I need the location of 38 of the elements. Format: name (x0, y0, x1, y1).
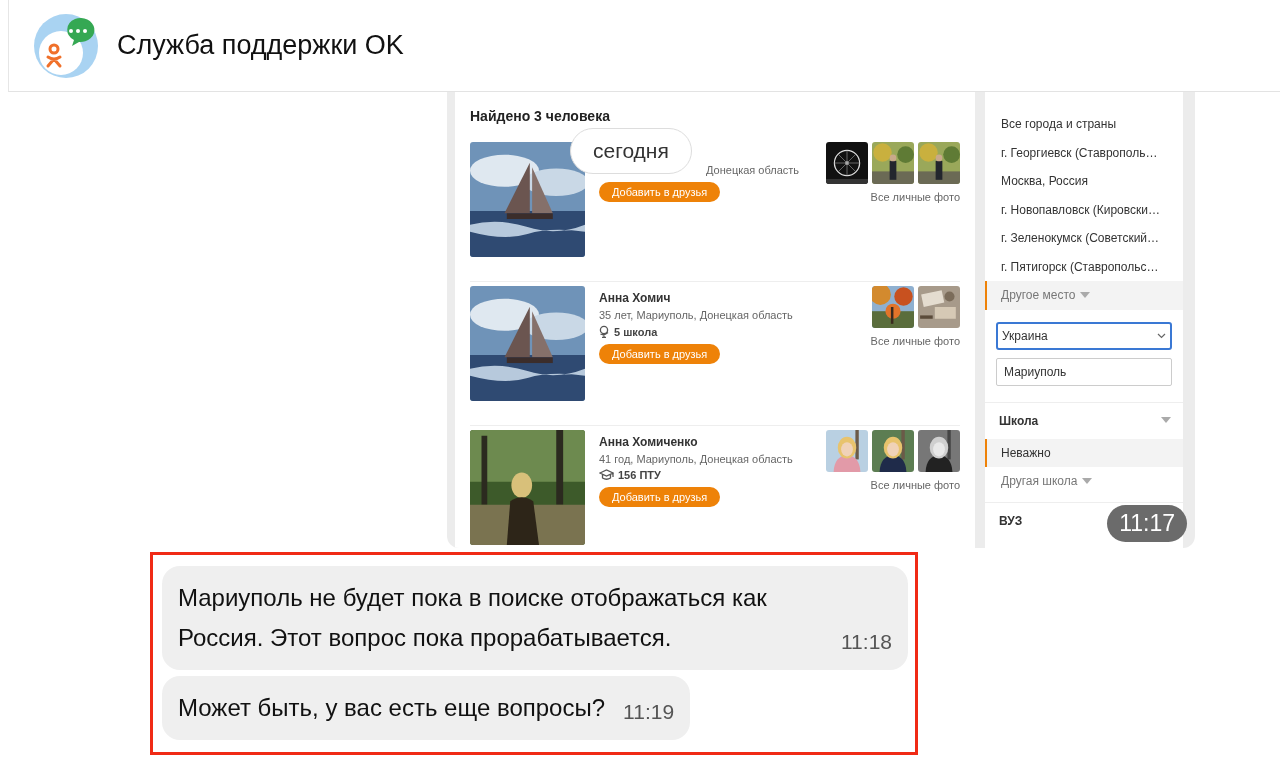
section-title: Школа (999, 413, 1039, 428)
results-heading: Найдено 3 человека (470, 108, 611, 124)
country-select[interactable]: Украина (996, 321, 1172, 350)
graduation-cap-icon (599, 469, 614, 481)
caret-icon (1080, 291, 1091, 299)
message-text: Мариуполь не будет пока в поиске отображаться как Россия. Этот вопрос пока прорабатывается. (178, 583, 768, 653)
support-logo (33, 12, 99, 79)
date-divider: сегодня (570, 128, 692, 174)
chevron-icon (1157, 332, 1166, 339)
globe-icon (599, 325, 610, 338)
all-photos-link[interactable]: Все личные фото (870, 335, 960, 347)
filter-option[interactable]: Неважно (985, 438, 1183, 467)
filter-option[interactable]: Москва, Россия (985, 167, 1183, 196)
section-title: ВУЗ (999, 513, 1023, 528)
person-info: 35 лет, Мариуполь, Донецкая область (599, 309, 794, 321)
message-time: 11:17 (1107, 505, 1187, 542)
message-text: Может быть, у вас есть еще вопросы? (178, 693, 606, 723)
caret-icon (1082, 477, 1093, 485)
city-field[interactable]: Мариуполь (996, 357, 1172, 386)
person-info: 41 год, Мариуполь, Донецкая область (599, 453, 794, 465)
all-photos-link[interactable]: Все личные фото (870, 479, 960, 491)
filter-option[interactable]: Другое место (985, 281, 1183, 310)
person-name[interactable]: Анна Хомиченко (599, 435, 812, 449)
all-photos-link[interactable]: Все личные фото (870, 191, 960, 203)
filter-option[interactable]: Все города и страны (985, 110, 1183, 139)
person-name[interactable]: Анна Хомич (599, 291, 857, 305)
caret-icon (1161, 417, 1171, 424)
filter-option[interactable]: г. Пятигорск (Ставропольс… (985, 252, 1183, 281)
message-time: 11:18 (841, 630, 892, 655)
message-time: 11:19 (623, 700, 675, 725)
filter-option[interactable]: Другая школа (985, 467, 1183, 496)
chat-title: Служба поддержки OK (117, 30, 404, 61)
person-info: Донецкая область (706, 164, 801, 176)
filter-option[interactable]: г. Георгиевск (Ставрополь… (985, 138, 1183, 167)
school-label: 5 школа (614, 325, 658, 338)
school-label: 156 ПТУ (618, 469, 661, 481)
filter-option[interactable]: г. Новопавловск (Кировски… (985, 195, 1183, 224)
filter-option[interactable]: г. Зеленокумск (Советский… (985, 224, 1183, 253)
